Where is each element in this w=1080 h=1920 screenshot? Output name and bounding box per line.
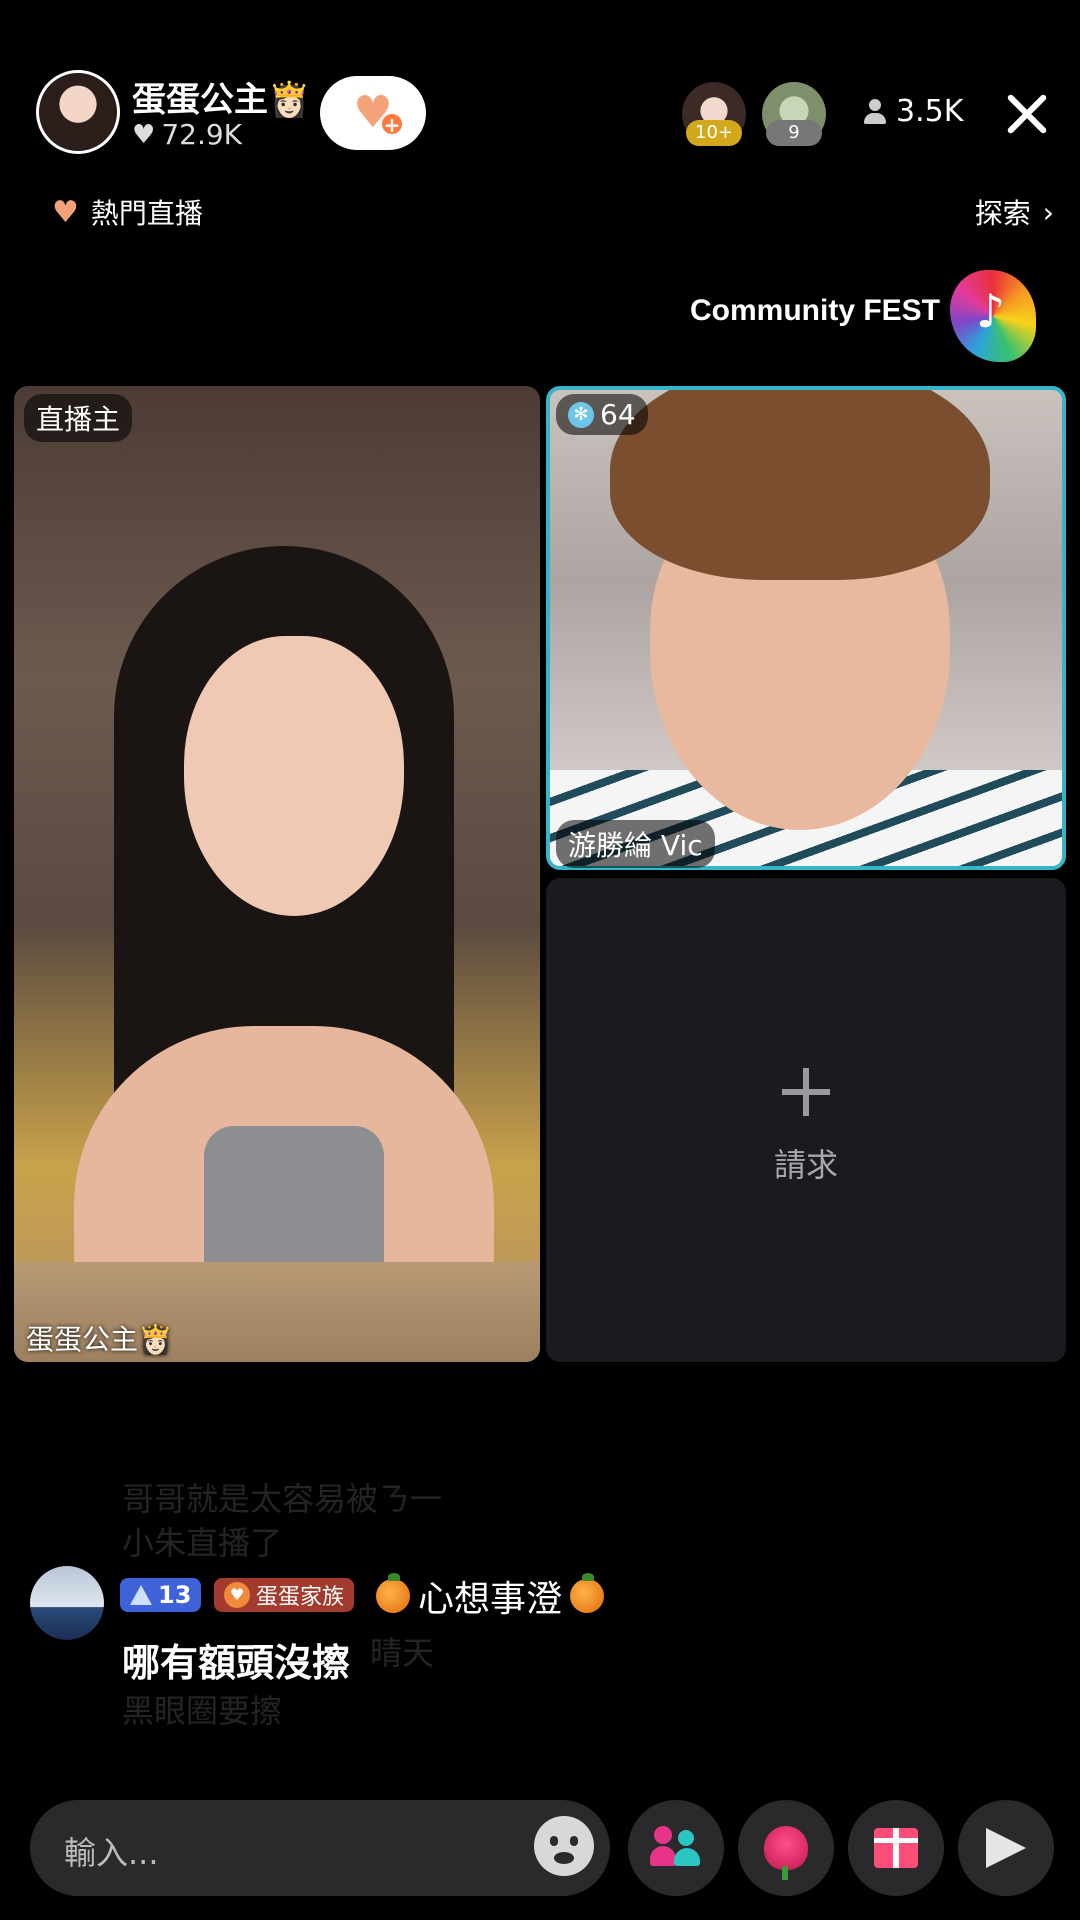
faded-comment-2: 小朱直播了 [122, 1524, 283, 1562]
faded-comment-1: 哥哥就是太容易被ㄋ一 [122, 1480, 443, 1518]
gift-icon [874, 1828, 918, 1868]
commenter-username: 心想事澄 [418, 1579, 563, 1620]
comment-text: 哪有額頭沒擦 [122, 1641, 351, 1685]
orange-icon [570, 1573, 605, 1613]
top-viewer-badge-2: 9 [766, 120, 822, 146]
follow-button[interactable]: ♥ + [320, 76, 426, 150]
plus-icon [782, 1068, 830, 1116]
community-fest-logo-icon[interactable] [950, 270, 1036, 362]
guests-button[interactable] [628, 1800, 724, 1896]
explore-link[interactable]: 探索 › [975, 192, 1054, 232]
host-likes: ♥ 72.9K [132, 118, 242, 151]
viewer-count[interactable]: 3.5K [864, 94, 963, 129]
comment-input-placeholder: 輸入... [64, 1834, 159, 1872]
chevron-right-icon: › [1042, 195, 1054, 229]
close-icon[interactable] [1000, 86, 1056, 142]
share-icon [986, 1828, 1026, 1868]
fan-heart-icon: ♥ [224, 1582, 250, 1608]
gift-button[interactable] [848, 1800, 944, 1896]
guests-icon [650, 1826, 702, 1870]
emoji-icon[interactable] [534, 1816, 594, 1876]
hot-heart-icon: ♥ [52, 194, 79, 230]
level-badge-value: 13 [158, 1581, 192, 1609]
request-label: 請求 [773, 1146, 838, 1184]
host-video-image [54, 506, 514, 1326]
guest-hair [610, 390, 990, 580]
host-avatar[interactable] [36, 70, 120, 154]
host-tile-name: 蛋蛋公主👸🏻 [26, 1323, 173, 1356]
host-video-tile[interactable] [14, 386, 540, 1362]
top-viewer-badge-1: 10+ [686, 120, 742, 146]
guest-score-value: 64 [600, 398, 636, 431]
rose-gift-button[interactable] [738, 1800, 834, 1896]
host-likes-count: 72.9K [161, 118, 243, 151]
explore-label: 探索 [974, 197, 1031, 230]
guest-name-tag: 游勝綸 Vic [556, 820, 715, 868]
faded-comment-3: 黑眼圈要擦 [122, 1692, 283, 1730]
rose-icon [764, 1826, 808, 1880]
request-slot-tile[interactable]: 請求 [546, 878, 1066, 1362]
snowflake-icon: ✻ [568, 401, 594, 428]
host-name[interactable]: 蛋蛋公主👸🏻 [132, 72, 310, 121]
hot-live-label: 熱門直播 [90, 197, 203, 230]
plus-badge-icon: + [380, 112, 404, 136]
hot-live-link[interactable]: ♥ 熱門直播 [52, 192, 203, 232]
fan-club-label: 蛋蛋家族 [256, 1585, 345, 1610]
person-icon [864, 98, 886, 125]
guest-video-tile[interactable] [546, 386, 1066, 870]
guest-score-tag: ✻ 64 [556, 394, 648, 435]
commenter-name[interactable]: 心想事澄 [376, 1570, 605, 1622]
fan-club-badge: ♥ 蛋蛋家族 [214, 1578, 355, 1612]
level-triangle-icon [130, 1585, 152, 1605]
level-badge: 13 [120, 1578, 202, 1612]
event-banner-title[interactable]: Community FEST [690, 294, 940, 328]
heart-icon: ♥ [132, 119, 156, 150]
orange-icon [376, 1573, 410, 1613]
commenter-avatar[interactable] [30, 1566, 104, 1640]
viewer-count-value: 3.5K [896, 94, 964, 129]
share-button[interactable] [958, 1800, 1054, 1896]
host-role-tag: 直播主 [24, 394, 133, 442]
comment-input[interactable]: 輸入... [30, 1800, 610, 1896]
faded-comment-4: 晴天 [370, 1634, 435, 1672]
